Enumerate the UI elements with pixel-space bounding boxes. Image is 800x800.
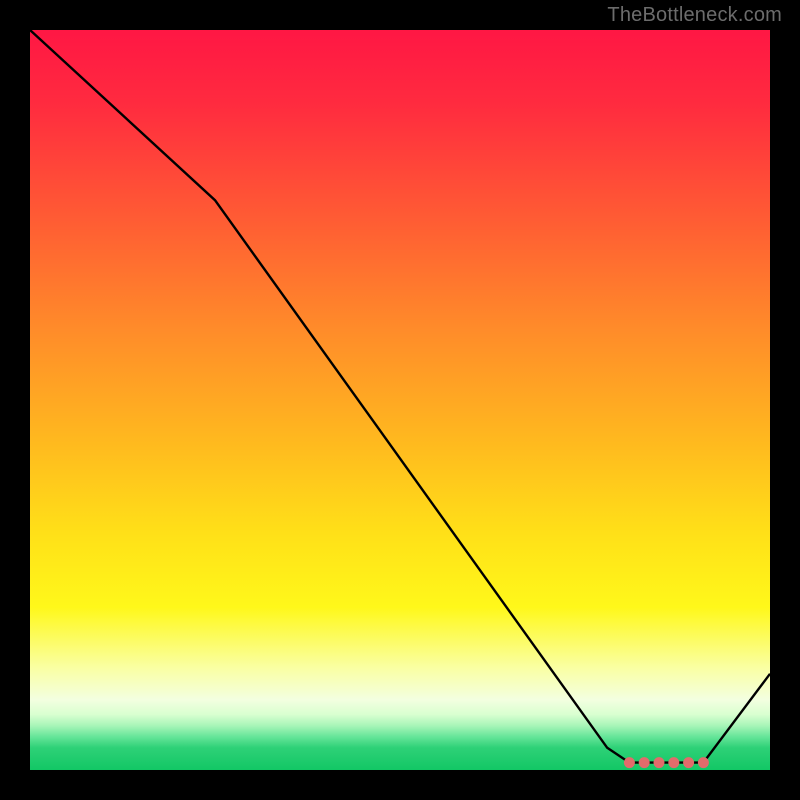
chart-svg (30, 30, 770, 770)
chart-marker (683, 757, 694, 768)
chart-frame: TheBottleneck.com (0, 0, 800, 800)
attribution-label: TheBottleneck.com (607, 4, 782, 27)
chart-marker (624, 757, 635, 768)
chart-plot-area (30, 30, 770, 770)
chart-background-gradient (30, 30, 770, 770)
chart-marker (654, 757, 665, 768)
chart-marker (668, 757, 679, 768)
chart-marker (639, 757, 650, 768)
chart-marker (698, 757, 709, 768)
